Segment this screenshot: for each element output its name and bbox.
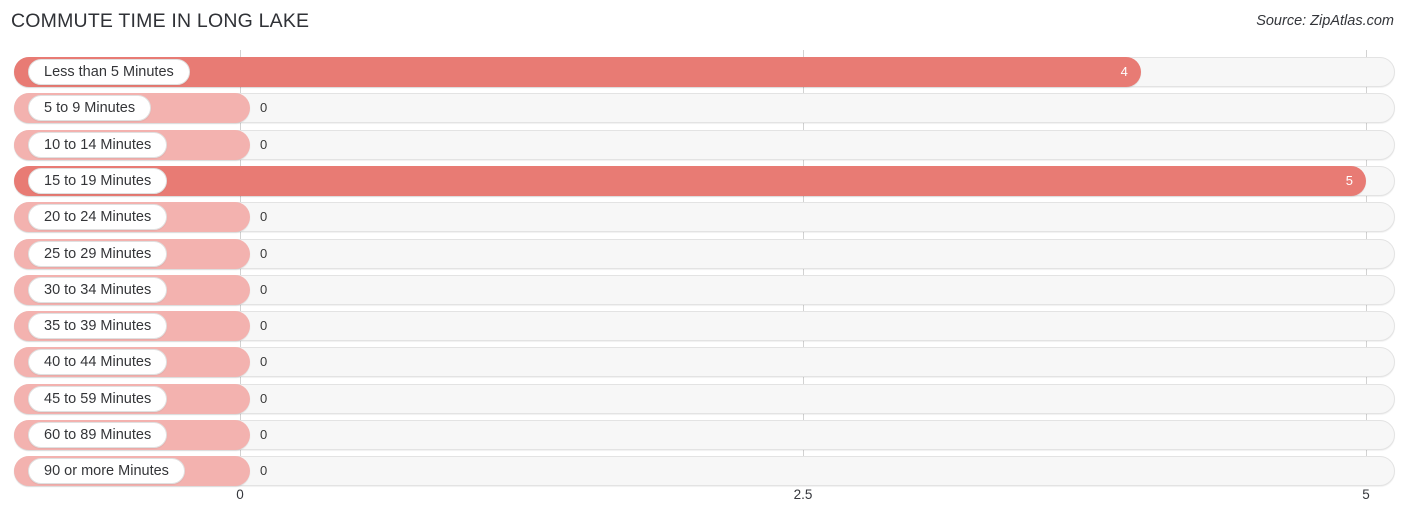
chart-container: COMMUTE TIME IN LONG LAKE Source: ZipAtl… [0,0,1406,523]
chart-row[interactable]: 0 40 to 44 Minutes [14,347,1395,378]
chart-row[interactable]: 0 45 to 59 Minutes [14,383,1395,414]
page-title: COMMUTE TIME IN LONG LAKE [11,10,310,32]
bar-value-label: 0 [260,136,268,152]
category-label[interactable]: 5 to 9 Minutes [28,95,152,122]
category-label[interactable]: Less than 5 Minutes [28,59,190,85]
bar-value-label: 0 [260,390,268,406]
bar-value-label: 0 [260,354,268,370]
x-axis: 0 2.5 5 [0,487,1406,517]
chart-row[interactable]: 0 20 to 24 Minutes [14,202,1395,233]
category-label[interactable]: 35 to 39 Minutes [28,313,168,340]
category-label[interactable]: 90 or more Minutes [28,458,185,485]
bar-value-label: 0 [260,463,268,479]
category-label[interactable]: 10 to 14 Minutes [28,131,168,158]
bar-value-label: 5 [1345,172,1353,188]
chart-row[interactable]: 0 5 to 9 Minutes [14,93,1395,124]
bar-value-label: 0 [260,318,268,334]
category-label[interactable]: 20 to 24 Minutes [28,204,168,231]
chart-row[interactable]: 5 15 to 19 Minutes [14,165,1395,196]
chart-row[interactable]: 0 10 to 14 Minutes [14,129,1395,160]
plot-area: 4 Less than 5 Minutes 0 5 to 9 Minutes 0 10 t… [0,50,1406,487]
source-attribution: Source: ZipAtlas.com [1256,13,1394,29]
category-label[interactable]: 40 to 44 Minutes [28,349,168,376]
category-label[interactable]: 30 to 34 Minutes [28,276,168,303]
category-label[interactable]: 60 to 89 Minutes [28,422,168,448]
bar-value-label: 0 [260,100,268,116]
bar-value-label: 4 [1120,64,1128,79]
chart-row[interactable]: 0 35 to 39 Minutes [14,311,1395,342]
chart-row[interactable]: 4 Less than 5 Minutes [14,57,1395,87]
bar-value-label: 0 [260,281,268,297]
chart-row[interactable]: 0 25 to 29 Minutes [14,238,1395,269]
axis-tick-label: 0 [236,487,244,502]
axis-tick-label: 5 [1362,487,1370,502]
bar-value-label: 0 [260,427,268,442]
bar[interactable]: 5 [14,165,1366,196]
chart-row[interactable]: 0 60 to 89 Minutes [14,420,1395,450]
bar-value-label: 0 [260,245,268,261]
axis-tick-label: 2.5 [793,487,813,502]
chart-row[interactable]: 0 30 to 34 Minutes [14,274,1395,305]
category-label[interactable]: 25 to 29 Minutes [28,240,168,267]
chart-row[interactable]: 0 90 or more Minutes [14,456,1395,487]
category-label[interactable]: 45 to 59 Minutes [28,385,168,412]
category-label[interactable]: 15 to 19 Minutes [28,167,168,194]
bar-value-label: 0 [260,209,268,225]
